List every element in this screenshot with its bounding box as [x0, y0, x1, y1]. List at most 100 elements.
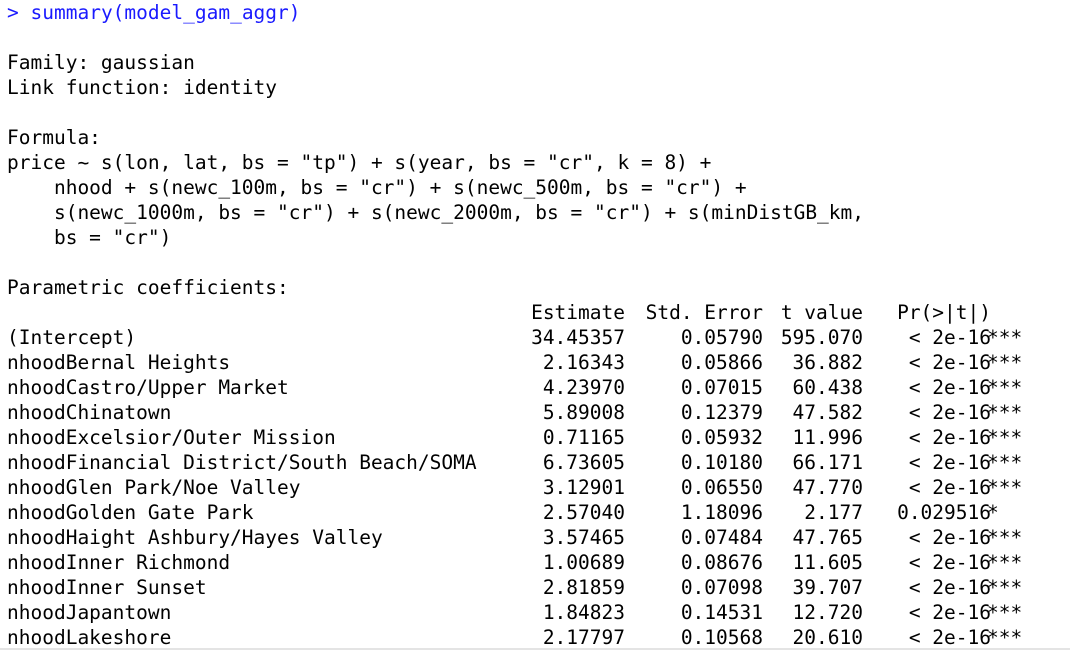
column-header-p-value: Pr(>|t|) [897, 301, 991, 324]
coefficient-row: nhoodFinancial District/South Beach/SOMA… [7, 450, 1070, 475]
coefficients-table: (Intercept) 34.45357 0.05790 595.070 < 2e-16… [7, 325, 1070, 650]
coef-name: nhoodInner Richmond [7, 551, 231, 574]
coef-std-error: 0.07015 [680, 376, 763, 399]
coef-p-value: 0.029516 [897, 501, 991, 524]
coef-name: nhoodCastro/Upper Market [7, 376, 289, 399]
coefficient-row: nhoodChinatown 5.89008 0.12379 47.582 < 2e-1… [7, 400, 1070, 425]
coefficient-row: nhoodBernal Heights 2.16343 0.05866 36.882 <… [7, 350, 1070, 375]
coef-significance: *** [987, 601, 1023, 624]
coef-t-value: 47.582 [792, 401, 863, 424]
coefficient-row: nhoodLakeshore 2.17797 0.10568 20.610 < 2e-1… [7, 625, 1070, 650]
coef-std-error: 0.05932 [680, 426, 763, 449]
coef-std-error: 0.06550 [680, 476, 763, 499]
coef-t-value: 11.996 [792, 426, 863, 449]
formula-line: s(newc_1000m, bs = "cr") + s(newc_2000m,… [7, 201, 865, 224]
coef-p-value: < 2e-16 [908, 476, 991, 499]
coef-significance: *** [987, 376, 1023, 399]
coef-p-value: < 2e-16 [908, 401, 991, 424]
coef-p-value: < 2e-16 [908, 376, 991, 399]
coef-t-value: 47.770 [792, 476, 863, 499]
coef-significance: *** [987, 576, 1023, 599]
coef-name: nhoodFinancial District/South Beach/SOMA [7, 451, 477, 474]
coef-t-value: 39.707 [792, 576, 863, 599]
coef-significance: *** [987, 476, 1023, 499]
coefficient-row: nhoodCastro/Upper Market 4.23970 0.07015 60… [7, 375, 1070, 400]
coef-estimate: 1.84823 [542, 601, 625, 624]
coef-std-error: 0.12379 [680, 401, 763, 424]
coef-name: nhoodJapantown [7, 601, 172, 624]
coef-name: nhoodGlen Park/Noe Valley [7, 476, 301, 499]
coef-t-value: 20.610 [792, 626, 863, 649]
formula-line: nhood + s(newc_100m, bs = "cr") + s(newc… [7, 176, 747, 199]
prompt-symbol: > [7, 1, 19, 24]
coef-t-value: 60.438 [792, 376, 863, 399]
coef-name: (Intercept) [7, 326, 137, 349]
family-line: Family: gaussian [7, 51, 195, 74]
coef-p-value: < 2e-16 [908, 626, 991, 649]
coefficient-row: nhoodGlen Park/Noe Valley 3.12901 0.06550 4… [7, 475, 1070, 500]
coefficient-row: nhoodJapantown 1.84823 0.14531 12.720 < 2e-1… [7, 600, 1070, 625]
link-function-line: Link function: identity [7, 76, 278, 99]
coef-std-error: 0.05790 [680, 326, 763, 349]
coef-t-value: 595.070 [780, 326, 863, 349]
coef-significance: *** [987, 626, 1023, 649]
coef-p-value: < 2e-16 [908, 326, 991, 349]
coef-std-error: 1.18096 [680, 501, 763, 524]
coef-estimate: 6.73605 [542, 451, 625, 474]
coef-p-value: < 2e-16 [908, 526, 991, 549]
r-console-output[interactable]: > summary(model_gam_aggr) Family: gaussi… [0, 0, 1070, 650]
coef-p-value: < 2e-16 [908, 601, 991, 624]
formula-line: bs = "cr") [7, 226, 172, 249]
coef-name: nhoodGolden Gate Park [7, 501, 254, 524]
coef-std-error: 0.14531 [680, 601, 763, 624]
command-line: > summary(model_gam_aggr) [7, 0, 1070, 25]
coef-estimate: 3.57465 [542, 526, 625, 549]
coefficients-header: Parametric coefficients: [7, 276, 289, 299]
coef-significance: *** [987, 526, 1023, 549]
coef-significance: *** [987, 451, 1023, 474]
column-header-std-error: Std. Error [645, 301, 763, 324]
command-text: summary(model_gam_aggr) [30, 1, 301, 24]
coef-p-value: < 2e-16 [908, 451, 991, 474]
coef-t-value: 36.882 [792, 351, 863, 374]
coefficient-row: nhoodGolden Gate Park 2.57040 1.18096 2.177… [7, 500, 1070, 525]
coef-name: nhoodBernal Heights [7, 351, 231, 374]
coef-p-value: < 2e-16 [908, 426, 991, 449]
coef-estimate: 34.45357 [531, 326, 625, 349]
coef-p-value: < 2e-16 [908, 351, 991, 374]
coef-significance: *** [987, 551, 1023, 574]
coef-estimate: 4.23970 [542, 376, 625, 399]
coef-name: nhoodExcelsior/Outer Mission [7, 426, 336, 449]
coefficient-row: nhoodInner Sunset 2.81859 0.07098 39.707 < 2… [7, 575, 1070, 600]
coef-t-value: 12.720 [792, 601, 863, 624]
coef-p-value: < 2e-16 [908, 551, 991, 574]
coef-name: nhoodHaight Ashbury/Hayes Valley [7, 526, 383, 549]
formula-line: price ~ s(lon, lat, bs = "tp") + s(year,… [7, 151, 712, 174]
column-header-estimate: Estimate [531, 301, 625, 324]
coef-p-value: < 2e-16 [908, 576, 991, 599]
coef-name: nhoodLakeshore [7, 626, 172, 649]
coef-significance: *** [987, 326, 1023, 349]
coef-significance: *** [987, 426, 1023, 449]
coef-name: nhoodInner Sunset [7, 576, 207, 599]
coef-estimate: 0.71165 [542, 426, 625, 449]
coefficient-row: nhoodExcelsior/Outer Mission 0.71165 0.059… [7, 425, 1070, 450]
coef-std-error: 0.07484 [680, 526, 763, 549]
coef-significance: *** [987, 401, 1023, 424]
coef-estimate: 2.57040 [542, 501, 625, 524]
coef-name: nhoodChinatown [7, 401, 172, 424]
coefficient-row: (Intercept) 34.45357 0.05790 595.070 < 2e-16… [7, 325, 1070, 350]
coef-std-error: 0.08676 [680, 551, 763, 574]
coef-t-value: 66.171 [792, 451, 863, 474]
coef-std-error: 0.10568 [680, 626, 763, 649]
column-header-t-value: t value [780, 301, 863, 324]
coef-estimate: 5.89008 [542, 401, 625, 424]
coefficient-row: nhoodInner Richmond 1.00689 0.08676 11.605 <… [7, 550, 1070, 575]
coef-estimate: 1.00689 [542, 551, 625, 574]
formula-header: Formula: [7, 126, 101, 149]
coef-t-value: 47.765 [792, 526, 863, 549]
coefficients-column-headers: Estimate Std. Error t value Pr(>|t|) [7, 300, 1070, 325]
